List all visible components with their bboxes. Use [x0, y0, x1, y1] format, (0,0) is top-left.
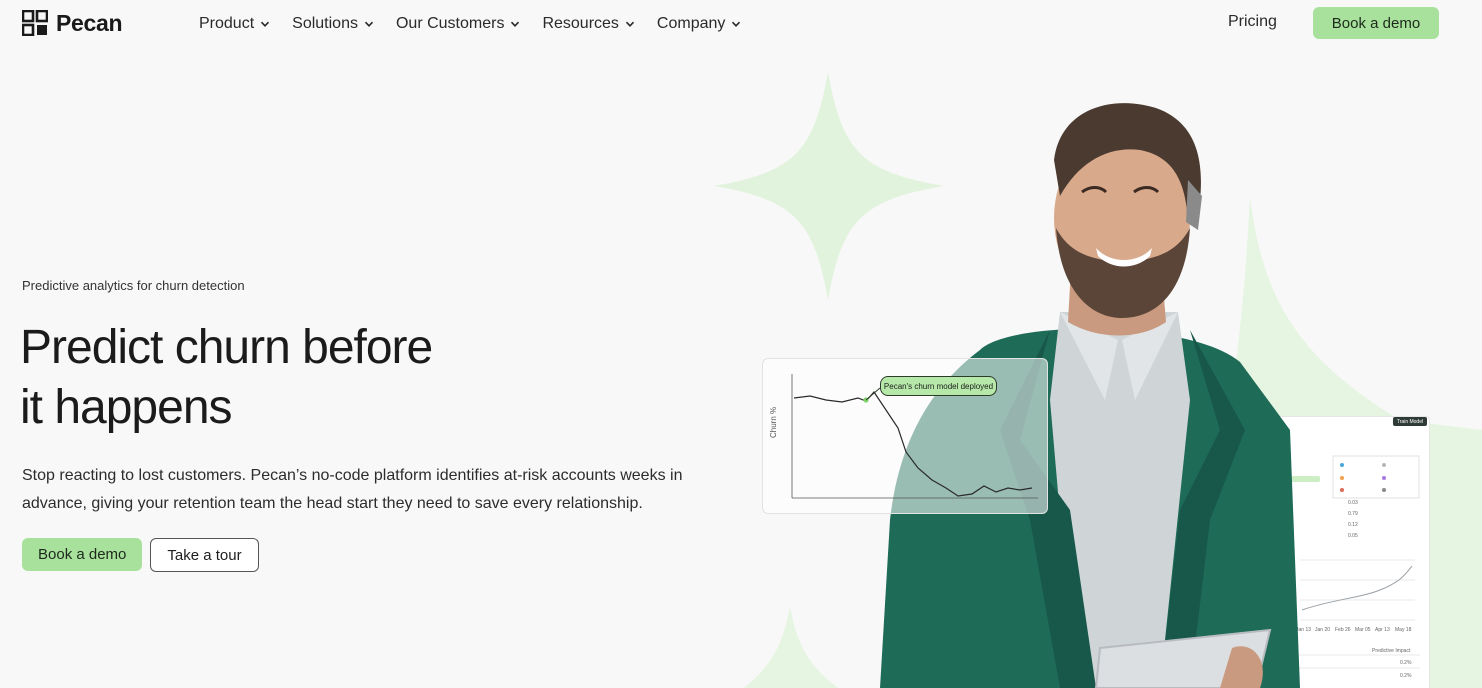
- churn-line: [793, 391, 1033, 497]
- churn-y-axis-label: Churn %: [769, 406, 778, 438]
- churn-chart: [791, 374, 1038, 499]
- churn-deploy-tooltip: Pecan's churn model deployed: [880, 376, 997, 396]
